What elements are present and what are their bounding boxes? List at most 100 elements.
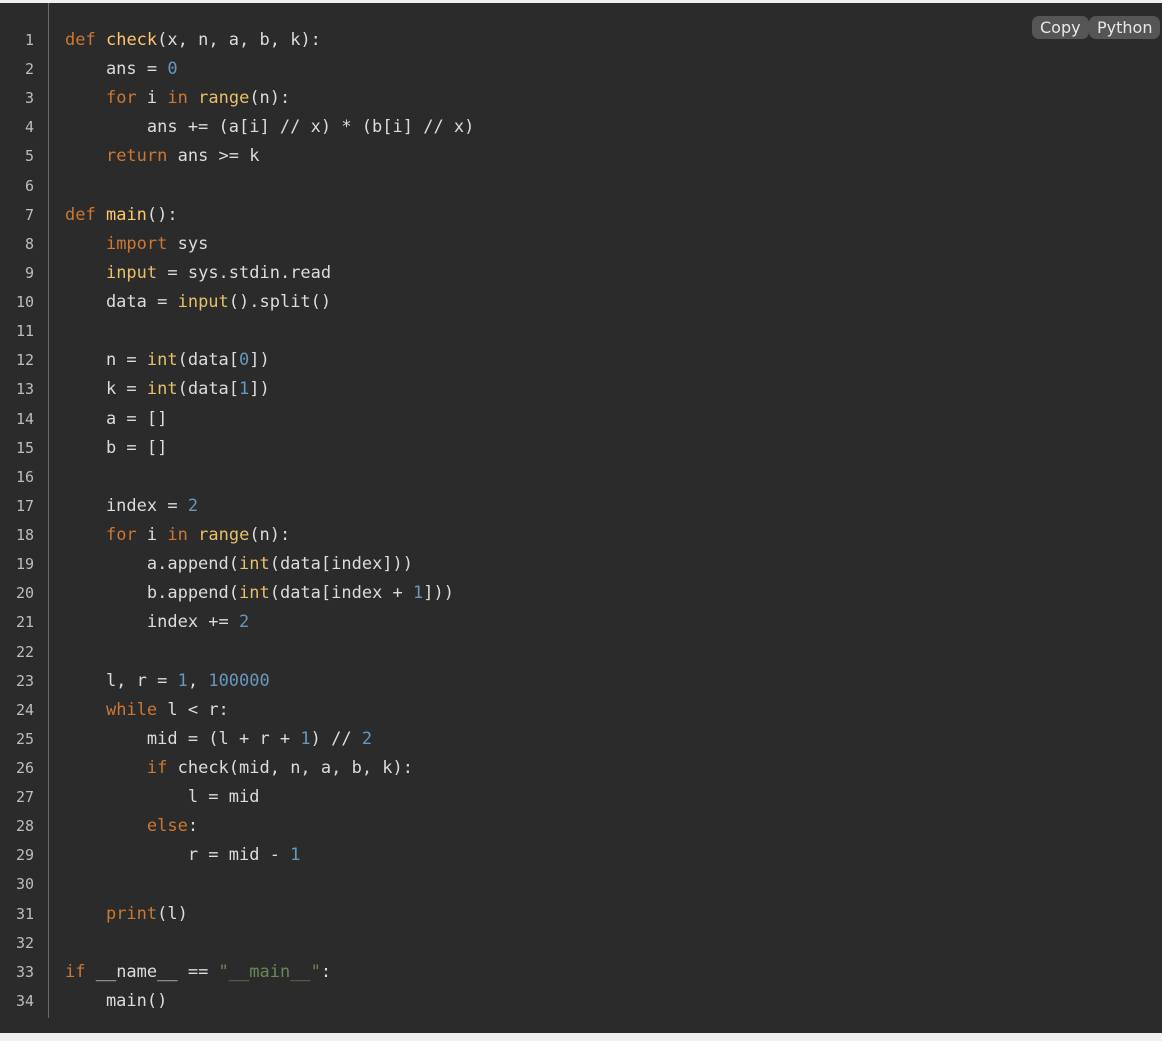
code-token: (n): [249,525,291,545]
line-number: 4 [24,118,34,136]
line-number: 29 [15,846,34,864]
code-token: r = mid - [65,845,291,865]
line-number: 7 [24,206,34,224]
code-token: "__main__" [218,962,321,982]
line-number: 26 [15,759,34,777]
code-token: print [105,904,158,924]
code-token: ) // [310,729,362,749]
code-token: if [146,758,168,778]
code-token: 1 [290,845,301,865]
line-number: 27 [15,788,34,806]
code-token: ])) [423,583,454,603]
line-number: 10 [15,293,34,311]
code-token: int [239,583,270,603]
code-token: import [105,234,168,254]
line-number: 28 [15,817,34,835]
code-token: while [105,700,158,720]
code-token: (x, n, a, b, k): [157,30,321,50]
code-token: l, r = [65,671,178,691]
line-number: 14 [15,410,34,428]
line-number: 2 [24,60,34,78]
code-token: l = mid [65,787,260,807]
code-token: sys [167,234,209,254]
code-line: if __name__ == "__main__": [65,958,331,987]
code-line: index = 2 [65,492,198,521]
code-token: int [239,554,270,574]
copy-button[interactable]: Copy [1032,16,1089,39]
line-number: 3 [24,89,34,107]
line-number: 19 [15,555,34,573]
line-number: 23 [15,672,34,690]
code-token: ]) [249,350,270,370]
code-token: : [187,816,199,836]
code-token: (data[ [177,350,240,370]
code-token: in [167,525,188,545]
code-line: r = mid - 1 [65,841,301,870]
code-token: 1 [300,729,311,749]
line-number: 16 [15,468,34,486]
code-token: index += [65,612,239,632]
line-number: 5 [24,147,34,165]
code-token: ans = [65,59,168,79]
line-number: 13 [15,380,34,398]
code-token: ().split() [228,292,332,312]
line-number: 18 [15,526,34,544]
line-number: 30 [15,875,34,893]
code-line: for i in range(n): [65,84,290,113]
code-line: ans += (a[i] // x) * (b[i] // x) [65,113,475,142]
line-number: 1 [24,31,34,49]
line-number: 12 [15,351,34,369]
line-number: 34 [15,992,34,1010]
code-line: data = input().split() [65,288,331,317]
line-number: 9 [24,264,34,282]
code-token: 0 [239,350,250,370]
code-line: a = [] [65,405,167,434]
code-token: 2 [239,612,250,632]
code-token: ans >= k [167,146,260,166]
code-token: ans += (a[i] // x) * (b[i] // x) [65,117,475,137]
code-block: 1 def check(x, n, a, b, k): 2 ans = 0 3 for… [0,3,1162,1033]
code-token: , [187,671,209,691]
code-token: k = [65,379,147,399]
code-token: 1 [413,583,424,603]
code-token: : [320,962,332,982]
code-line: l = mid [65,783,260,812]
code-token: 1 [177,671,188,691]
code-token: 2 [361,729,373,749]
code-token: input [177,292,229,312]
line-number: 25 [15,730,34,748]
code-line: for i in range(n): [65,521,290,550]
code-token: i [136,525,168,545]
code-token: data = [65,292,178,312]
code-token: 100000 [208,671,270,691]
code-token: 1 [239,379,250,399]
code-token: (): [146,205,178,225]
code-token: in [167,88,188,108]
code-token: ]) [249,379,270,399]
code-line: else: [65,812,198,841]
code-line: index += 2 [65,608,249,637]
code-token: for [105,525,137,545]
code-token: def [65,205,96,225]
code-token: range [198,88,250,108]
code-line: import sys [65,230,208,259]
code-token: (data[index])) [269,554,414,574]
code-line: a.append(int(data[index])) [65,550,413,579]
line-number: 11 [15,322,34,340]
code-line: def check(x, n, a, b, k): [65,26,321,55]
code-line: return ans >= k [65,142,260,171]
code-token: check [105,30,158,50]
code-token: = sys.stdin.read [157,263,332,283]
line-number: 22 [15,643,34,661]
code-token: a.append( [65,554,239,574]
code-token: n = [65,350,147,370]
